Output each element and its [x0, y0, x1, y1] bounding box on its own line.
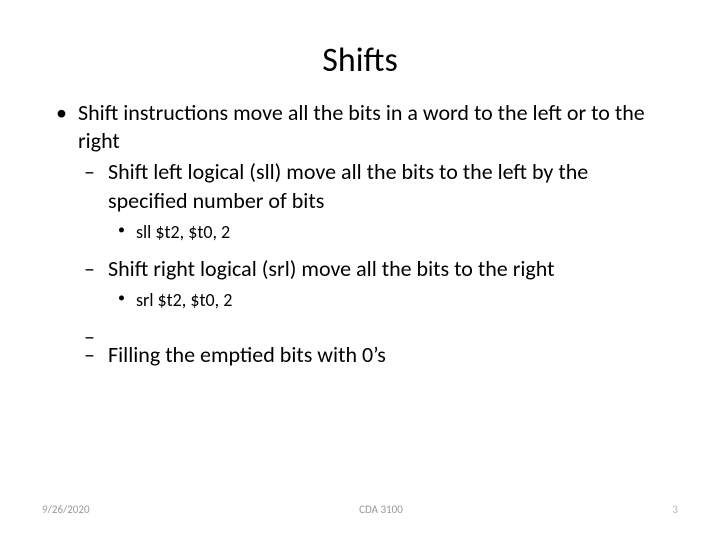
- spacer: [78, 323, 670, 337]
- footer-course: CDA 3100: [359, 503, 403, 516]
- example-sll: sll $t2, $t0, 2: [108, 221, 670, 244]
- footer: 9/26/2020 CDA 3100 3: [0, 503, 720, 516]
- bullet-main: Shift instructions move all the bits in …: [50, 99, 670, 369]
- sub-bullet-fill: Filling the emptied bits with 0’s: [78, 341, 670, 370]
- footer-page-number: 3: [672, 503, 678, 516]
- example-list: sll $t2, $t0, 2: [108, 221, 670, 244]
- example-srl: srl $t2, $t0, 2: [108, 289, 670, 312]
- bullet-main-text: Shift instructions move all the bits in …: [78, 99, 645, 154]
- sub-bullet-srl: Shift right logical (srl) move all the b…: [78, 255, 670, 313]
- bullet-list: Shift instructions move all the bits in …: [50, 99, 670, 369]
- slide: Shifts Shift instructions move all the b…: [0, 0, 720, 540]
- sub-bullet-list: Shift left logical (sll) move all the bi…: [78, 158, 670, 369]
- sub-bullet-sll: Shift left logical (sll) move all the bi…: [78, 158, 670, 245]
- sub-bullet-sll-text: Shift left logical (sll) move all the bi…: [108, 158, 588, 214]
- example-list: srl $t2, $t0, 2: [108, 289, 670, 312]
- footer-date: 9/26/2020: [42, 503, 90, 516]
- slide-title: Shifts: [50, 40, 670, 81]
- sub-bullet-srl-text: Shift right logical (srl) move all the b…: [108, 255, 555, 282]
